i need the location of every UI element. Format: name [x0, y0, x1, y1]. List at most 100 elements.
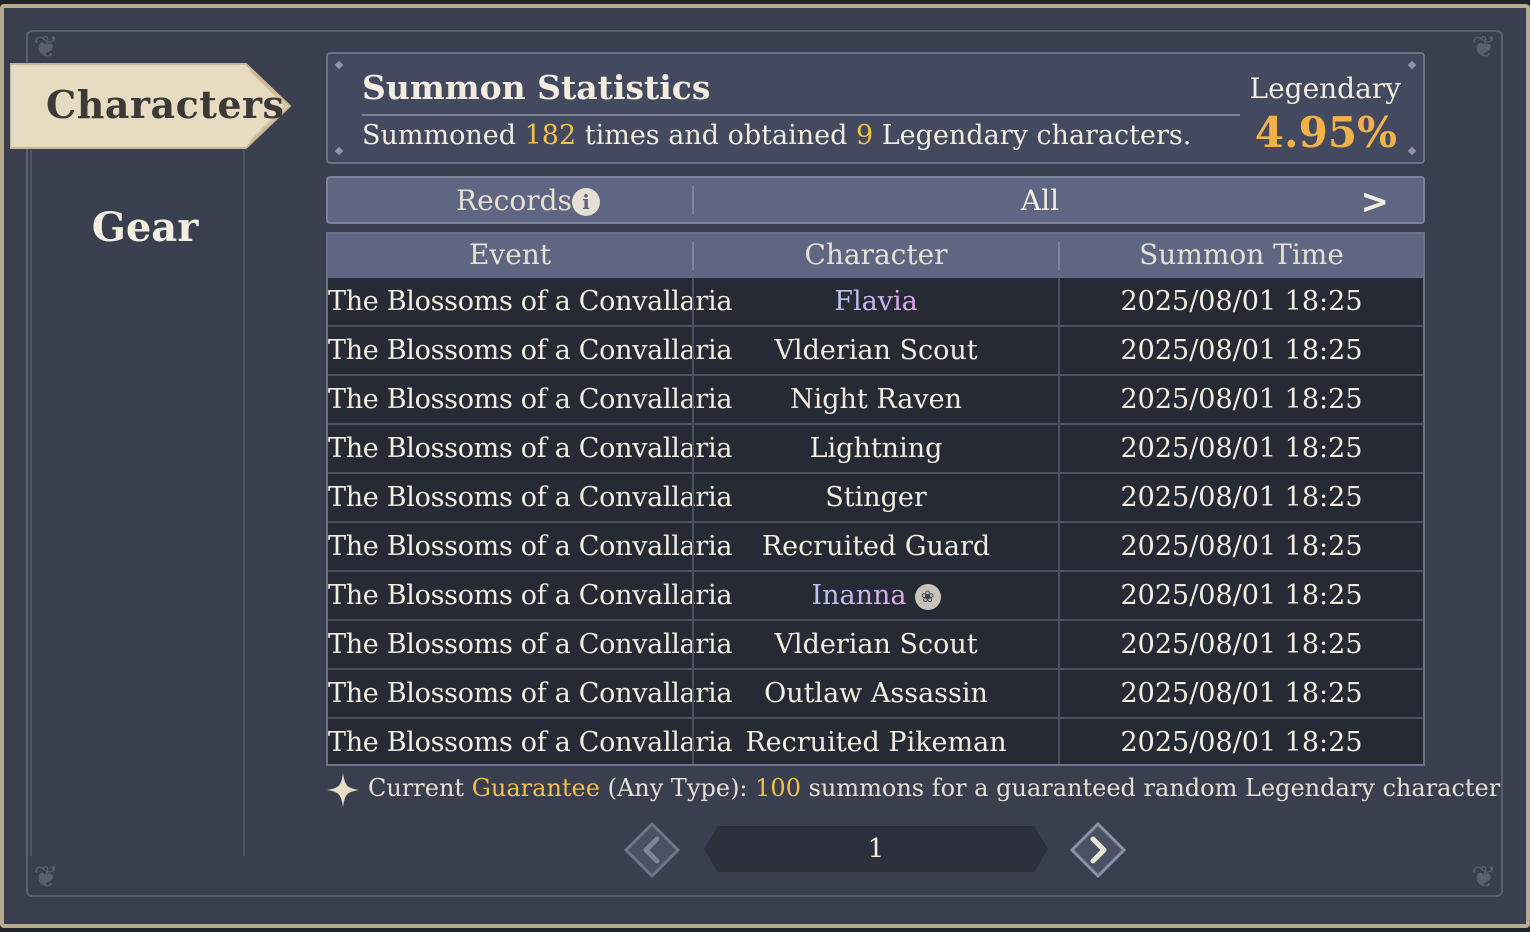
character-cell: Outlaw Assassin: [694, 670, 1058, 717]
character-name: Night Raven: [789, 384, 963, 415]
header-event: Event: [468, 238, 552, 271]
character-cell: Recruited Pikeman: [694, 719, 1058, 766]
records-filter-value: All: [1020, 184, 1060, 217]
character-cell: Vlderian Scout: [694, 327, 1058, 374]
table-row: The Blossoms of a Convallaria Flavia 2025/…: [328, 278, 1423, 327]
summon-time-cell: 2025/08/01 18:25: [1120, 286, 1363, 317]
header-character: Character: [804, 238, 948, 271]
summon-time-cell: 2025/08/01 18:25: [1120, 531, 1363, 562]
column-divider: [692, 278, 694, 764]
sidebar-divider: [30, 150, 32, 856]
corner-ornament-icon: ❦: [33, 860, 59, 895]
summon-time-cell: 2025/08/01 18:25: [1120, 678, 1363, 709]
table-row: The Blossoms of a Convallaria Night Raven…: [328, 376, 1423, 425]
event-cell: The Blossoms of a Convallaria: [328, 482, 733, 513]
table-header: Event Character Summon Time: [328, 234, 1423, 278]
guarantee-type: (Any Type):: [607, 774, 748, 802]
table-row: The Blossoms of a Convallaria Lightning 20…: [328, 425, 1423, 474]
tab-characters[interactable]: Characters: [10, 62, 292, 150]
panel-dot: [334, 60, 344, 70]
summon-count: 182: [524, 120, 577, 151]
character-name: Outlaw Assassin: [764, 678, 988, 709]
character-name: Stinger: [825, 482, 927, 513]
corner-ornament-icon: ❦: [1471, 30, 1497, 65]
character-cell: Night Raven: [694, 376, 1058, 423]
character-badge-icon: ❀: [914, 583, 941, 610]
summon-time-cell: 2025/08/01 18:25: [1120, 629, 1363, 660]
guarantee-count: 100: [755, 774, 801, 802]
panel-dot: [1407, 146, 1417, 156]
summon-time-cell: 2025/08/01 18:25: [1120, 727, 1363, 758]
chevron-right-icon[interactable]: >: [1361, 182, 1390, 222]
character-cell: Stinger: [694, 474, 1058, 521]
summon-time-cell: 2025/08/01 18:25: [1120, 482, 1363, 513]
character-cell: Recruited Guard: [694, 523, 1058, 570]
next-page-button[interactable]: [1069, 821, 1127, 879]
character-name: Vlderian Scout: [774, 335, 978, 366]
table-row: The Blossoms of a Convallaria Recruited G…: [328, 523, 1423, 572]
guarantee-keyword: Guarantee: [471, 774, 600, 802]
table-row: The Blossoms of a Convallaria Inanna ❀ 2025…: [328, 572, 1423, 621]
sparkle-icon: [327, 773, 359, 807]
summon-records-table: Event Character Summon Time The Blossoms…: [326, 232, 1425, 766]
event-cell: The Blossoms of a Convallaria: [328, 629, 733, 660]
event-cell: The Blossoms of a Convallaria: [328, 727, 733, 758]
prev-page-button[interactable]: [623, 821, 681, 879]
tab-gear-label: Gear: [91, 204, 199, 251]
summary-mid: times and obtained: [584, 120, 848, 151]
chevron-left-icon: [623, 821, 681, 879]
guarantee-info: Current Guarantee (Any Type): 100 summon…: [326, 772, 1500, 808]
summon-time-cell: 2025/08/01 18:25: [1120, 335, 1363, 366]
summon-time-cell: 2025/08/01 18:25: [1120, 384, 1363, 415]
legendary-rate-value: 4.95%: [1254, 108, 1397, 157]
panel-dot: [1407, 60, 1417, 70]
character-cell: Vlderian Scout: [694, 621, 1058, 668]
character-name: Recruited Pikeman: [745, 727, 1007, 758]
records-label: Records: [456, 184, 572, 217]
character-cell: Flavia: [694, 278, 1058, 325]
character-cell: Inanna ❀: [694, 572, 1058, 619]
character-name: Lightning: [809, 433, 943, 464]
event-cell: The Blossoms of a Convallaria: [328, 433, 733, 464]
header-summon-time: Summon Time: [1139, 238, 1344, 271]
chevron-right-icon: [1069, 821, 1127, 879]
table-row: The Blossoms of a Convallaria Vlderian Sc…: [328, 621, 1423, 670]
character-name: Inanna: [811, 580, 907, 611]
summary-prefix: Summoned: [362, 120, 516, 151]
stats-summary: Summoned 182 times and obtained 9 Legend…: [362, 120, 1191, 151]
legendary-count: 9: [855, 120, 874, 151]
table-row: The Blossoms of a Convallaria Outlaw Assa…: [328, 670, 1423, 719]
summary-suffix: Legendary characters.: [881, 120, 1192, 151]
guarantee-prefix: Current: [368, 774, 465, 802]
event-cell: The Blossoms of a Convallaria: [328, 384, 733, 415]
corner-ornament-icon: ❦: [33, 30, 59, 65]
records-filter-bar[interactable]: Records i All >: [326, 176, 1425, 224]
event-cell: The Blossoms of a Convallaria: [328, 286, 733, 317]
event-cell: The Blossoms of a Convallaria: [328, 335, 733, 366]
legendary-rate-label: Legendary: [1249, 72, 1401, 105]
sidebar-divider: [243, 150, 245, 856]
table-row: The Blossoms of a Convallaria Recruited P…: [328, 719, 1423, 768]
page-indicator: 1: [704, 826, 1048, 872]
event-cell: The Blossoms of a Convallaria: [328, 531, 733, 562]
event-cell: The Blossoms of a Convallaria: [328, 678, 733, 709]
event-cell: The Blossoms of a Convallaria: [328, 580, 733, 611]
stats-divider: [362, 114, 1240, 116]
summon-statistics-panel: Summon Statistics Summoned 182 times and…: [326, 52, 1425, 164]
guarantee-suffix: summons for a guaranteed random Legendar…: [808, 774, 1501, 802]
tab-gear[interactable]: Gear: [60, 200, 230, 256]
character-name: Flavia: [834, 286, 918, 317]
summon-time-cell: 2025/08/01 18:25: [1120, 580, 1363, 611]
tab-characters-label: Characters: [46, 82, 285, 127]
table-row: The Blossoms of a Convallaria Vlderian Sc…: [328, 327, 1423, 376]
stats-title: Summon Statistics: [362, 68, 711, 107]
corner-ornament-icon: ❦: [1471, 860, 1497, 895]
guarantee-text: Current Guarantee (Any Type): 100 summon…: [368, 774, 1500, 802]
info-icon[interactable]: i: [572, 188, 600, 216]
character-name: Recruited Guard: [761, 531, 991, 562]
table-row: The Blossoms of a Convallaria Stinger 2025…: [328, 474, 1423, 523]
panel-dot: [334, 146, 344, 156]
character-cell: Lightning: [694, 425, 1058, 472]
character-name: Vlderian Scout: [774, 629, 978, 660]
column-divider: [1058, 278, 1060, 764]
